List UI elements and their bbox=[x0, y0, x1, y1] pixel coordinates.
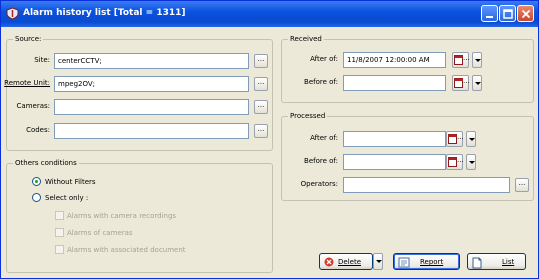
shield-icon bbox=[6, 7, 19, 20]
minimize-button[interactable] bbox=[481, 5, 498, 22]
camera-recordings-checkbox[interactable] bbox=[55, 211, 64, 220]
alarm-history-window: Alarm history list [Total = 1311] Source… bbox=[0, 0, 539, 279]
report-button[interactable]: Report bbox=[393, 253, 460, 270]
report-label: Report bbox=[420, 258, 444, 266]
processed-legend: Processed bbox=[288, 112, 328, 120]
camera-recordings-label: Alarms with camera recordings bbox=[67, 212, 177, 220]
delete-dropdown[interactable] bbox=[373, 253, 383, 270]
remote-unit-field[interactable]: mpeg2OV; bbox=[54, 76, 249, 92]
list-button[interactable]: List bbox=[467, 253, 526, 270]
received-group: Received After of: 11/8/2007 12:00:00 AM… bbox=[281, 35, 534, 103]
received-before-calendar-button[interactable]: ... bbox=[452, 75, 470, 91]
cameras-field[interactable] bbox=[54, 99, 249, 115]
received-after-label: After of: bbox=[310, 55, 338, 63]
codes-browse-button[interactable]: ... bbox=[254, 124, 268, 138]
codes-label: Codes: bbox=[26, 126, 50, 134]
received-before-label: Before of: bbox=[304, 78, 338, 86]
processed-before-field[interactable] bbox=[343, 154, 446, 170]
site-label: Site: bbox=[34, 56, 50, 64]
operators-browse-button[interactable]: ... bbox=[515, 178, 529, 192]
received-before-dropdown[interactable] bbox=[472, 75, 482, 91]
cameras-checkbox[interactable] bbox=[55, 228, 64, 237]
processed-before-label: Before of: bbox=[304, 157, 338, 165]
processed-after-label: After of: bbox=[310, 134, 338, 142]
delete-icon bbox=[324, 257, 334, 267]
list-label: List bbox=[502, 258, 515, 266]
close-button[interactable] bbox=[517, 5, 534, 22]
cameras-option-label: Alarms of cameras bbox=[67, 229, 133, 237]
close-icon bbox=[521, 9, 531, 19]
processed-before-dropdown[interactable] bbox=[466, 154, 476, 170]
delete-button[interactable]: Delete bbox=[319, 253, 373, 270]
minimize-icon bbox=[486, 16, 493, 18]
list-icon bbox=[472, 257, 482, 269]
received-legend: Received bbox=[288, 35, 324, 43]
calendar-icon bbox=[448, 134, 457, 144]
received-before-field[interactable] bbox=[343, 75, 446, 91]
operators-label: Operators: bbox=[300, 180, 338, 188]
processed-after-calendar-button[interactable]: ... bbox=[446, 131, 464, 147]
select-only-label: Select only : bbox=[45, 194, 89, 202]
select-only-radio[interactable] bbox=[32, 193, 41, 202]
delete-label: Delete bbox=[338, 258, 361, 266]
report-icon bbox=[398, 257, 410, 268]
processed-before-calendar-button[interactable]: ... bbox=[446, 154, 464, 170]
without-filters-label: Without Filters bbox=[45, 178, 96, 186]
cameras-label: Cameras: bbox=[16, 102, 50, 110]
site-field[interactable]: centerCCTV; bbox=[54, 53, 249, 69]
others-conditions-group: Others conditions Without Filters Select… bbox=[6, 159, 273, 273]
cameras-browse-button[interactable]: ... bbox=[254, 100, 268, 114]
received-after-dropdown[interactable] bbox=[472, 52, 482, 68]
remote-unit-browse-button[interactable]: ... bbox=[254, 77, 268, 91]
calendar-icon bbox=[454, 55, 463, 65]
without-filters-radio[interactable] bbox=[32, 177, 41, 186]
received-after-calendar-button[interactable]: ... bbox=[452, 52, 470, 68]
source-group: Source: Site: centerCCTV; ... Remote Uni… bbox=[4, 35, 273, 151]
title-bar[interactable]: Alarm history list [Total = 1311] bbox=[1, 1, 538, 27]
processed-after-dropdown[interactable] bbox=[466, 131, 476, 147]
calendar-icon bbox=[448, 157, 457, 167]
associated-document-label: Alarms with associated document bbox=[67, 246, 186, 254]
operators-field[interactable] bbox=[343, 177, 510, 193]
site-browse-button[interactable]: ... bbox=[254, 54, 268, 68]
processed-after-field[interactable] bbox=[343, 131, 446, 147]
processed-group: Processed After of: ... Before of: ... O… bbox=[281, 112, 534, 201]
source-legend: Source: bbox=[13, 35, 44, 43]
window-title: Alarm history list [Total = 1311] bbox=[23, 8, 186, 18]
received-after-field[interactable]: 11/8/2007 12:00:00 AM bbox=[343, 52, 446, 68]
codes-field[interactable] bbox=[54, 123, 249, 139]
maximize-icon bbox=[503, 9, 513, 19]
maximize-button[interactable] bbox=[499, 5, 516, 22]
associated-document-checkbox[interactable] bbox=[55, 245, 64, 254]
others-legend: Others conditions bbox=[13, 159, 79, 167]
calendar-icon bbox=[454, 78, 463, 88]
remote-unit-label: Remote Unit: bbox=[4, 79, 50, 87]
